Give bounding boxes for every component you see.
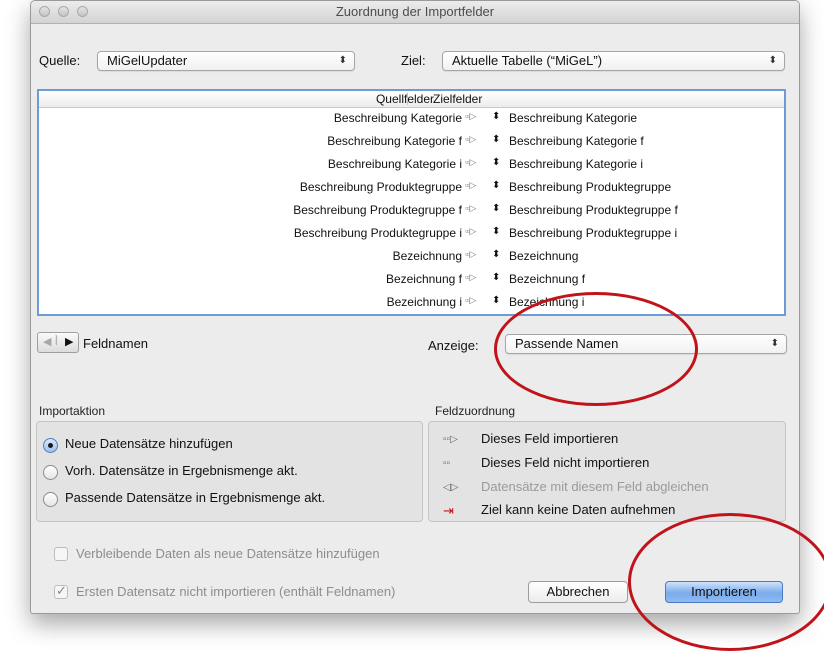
- legend-match-text: Datensätze mit diesem Feld abgleichen: [481, 479, 709, 494]
- reorder-handle-icon[interactable]: ⬍: [492, 180, 500, 191]
- source-field-name: Bezeichnung i: [386, 295, 462, 309]
- legend-import-text: Dieses Feld importieren: [481, 431, 619, 446]
- source-field-name: Beschreibung Produktegruppe: [299, 180, 462, 194]
- legend-target-blocked-text: Ziel kann keine Daten aufnehmen: [481, 502, 676, 517]
- source-field-name: Beschreibung Kategorie f: [327, 134, 462, 148]
- source-field-name: Beschreibung Produktegruppe f: [293, 203, 462, 217]
- radio-new-records-label[interactable]: Neue Datensätze hinzufügen: [65, 436, 233, 451]
- previous-record-icon[interactable]: ◀: [43, 335, 51, 348]
- source-field-name: Beschreibung Kategorie i: [327, 157, 462, 171]
- record-stepper[interactable]: ◀ ⦚ ▶: [37, 332, 79, 353]
- target-field-name: Beschreibung Produktegruppe i: [509, 226, 678, 240]
- reorder-handle-icon[interactable]: ⬍: [492, 226, 500, 237]
- legend-no-import-text: Dieses Feld nicht importieren: [481, 455, 650, 470]
- import-button[interactable]: Importieren: [665, 581, 783, 603]
- source-label: Quelle:: [39, 53, 81, 68]
- reorder-handle-icon[interactable]: ⬍: [492, 111, 500, 122]
- next-record-icon[interactable]: ▶: [65, 335, 73, 348]
- source-popup[interactable]: MiGelUpdater ⬍: [97, 51, 355, 71]
- import-arrow-icon[interactable]: ▫▫▷: [465, 295, 476, 306]
- table-row[interactable]: Beschreibung Kategorie ▫▫▷ ⬍ Beschreibung K…: [39, 108, 784, 131]
- import-action-group: Neue Datensätze hinzufügen Vorh. Datensä…: [36, 421, 423, 522]
- table-header: Quellfelder Zielfelder: [39, 91, 784, 108]
- column-header-source[interactable]: Quellfelder: [376, 92, 434, 106]
- target-label: Ziel:: [401, 53, 426, 68]
- reorder-handle-icon[interactable]: ⬍: [492, 249, 500, 260]
- field-mapping-legend: ▫▫▷ Dieses Feld importieren ▫▫ Dieses Fe…: [428, 421, 786, 522]
- import-arrow-icon[interactable]: ▫▫▷: [465, 111, 476, 122]
- target-blocked-icon: ⇥: [443, 503, 454, 518]
- table-row[interactable]: Bezeichnung ▫▫▷ ⬍ Bezeichnung: [39, 246, 784, 269]
- target-field-name: Beschreibung Produktegruppe: [509, 180, 672, 194]
- import-arrow-icon[interactable]: ▫▫▷: [465, 272, 476, 283]
- target-field-name: Bezeichnung: [509, 249, 579, 263]
- radio-update-matching[interactable]: [43, 492, 58, 507]
- import-arrow-icon[interactable]: ▫▫▷: [465, 180, 476, 191]
- target-field-name: Bezeichnung i: [509, 295, 585, 309]
- match-field-icon: ◁▷: [443, 482, 459, 493]
- popup-arrows-icon: ⬍: [768, 55, 777, 66]
- display-value: Passende Namen: [515, 336, 619, 351]
- source-field-name: Beschreibung Kategorie: [333, 111, 462, 125]
- table-row[interactable]: Beschreibung Produktegruppe f ▫▫▷ ⬍ Beschre…: [39, 200, 784, 223]
- table-row[interactable]: Beschreibung Kategorie f ▫▫▷ ⬍ Beschreibung…: [39, 131, 784, 154]
- import-arrow-icon[interactable]: ▫▫▷: [465, 249, 476, 260]
- source-field-name: Beschreibung Produktegruppe i: [293, 226, 462, 240]
- column-header-target[interactable]: Zielfelder: [433, 92, 482, 106]
- target-field-name: Beschreibung Produktegruppe f: [509, 203, 678, 217]
- window-title: Zuordnung der Importfelder: [335, 4, 495, 19]
- table-row[interactable]: Einheit▫▫▷⬍Einheit: [39, 315, 784, 316]
- import-arrow-icon[interactable]: ▫▫▷: [465, 134, 476, 145]
- target-field-name: Beschreibung Kategorie i: [509, 157, 644, 171]
- skip-first-record-label[interactable]: Ersten Datensatz nicht importieren (enth…: [76, 584, 395, 599]
- table-row[interactable]: Beschreibung Kategorie i ▫▫▷ ⬍ Beschreibung…: [39, 154, 784, 177]
- target-field-name: Beschreibung Kategorie: [509, 111, 638, 125]
- import-arrow-icon[interactable]: ▫▫▷: [465, 226, 476, 237]
- reorder-handle-icon[interactable]: ⬍: [492, 134, 500, 145]
- target-popup[interactable]: Aktuelle Tabelle (“MiGeL”) ⬍: [442, 51, 785, 71]
- target-field-name: Bezeichnung f: [509, 272, 586, 286]
- reorder-handle-icon[interactable]: ⬍: [492, 272, 500, 283]
- reorder-handle-icon[interactable]: ⬍: [492, 203, 500, 214]
- column-divider: [407, 93, 408, 105]
- import-arrow-icon[interactable]: ▫▫▷: [465, 157, 476, 168]
- title-bar: Zuordnung der Importfelder: [31, 1, 799, 24]
- table-row[interactable]: Beschreibung Produktegruppe ▫▫▷ ⬍ Beschreib…: [39, 177, 784, 200]
- import-field-mapping-dialog: Zuordnung der Importfelder Quelle: MiGel…: [30, 0, 800, 614]
- import-arrow-icon[interactable]: ▫▫▷: [465, 203, 476, 214]
- remaining-data-label[interactable]: Verbleibende Daten als neue Datensätze h…: [76, 546, 380, 561]
- stepper-thumb-icon: ⦚: [55, 333, 58, 348]
- field-mapping-table[interactable]: Quellfelder Zielfelder Beschreibung Kate…: [37, 89, 786, 316]
- radio-new-records[interactable]: [43, 438, 58, 453]
- target-field-name: Beschreibung Kategorie f: [509, 134, 644, 148]
- reorder-handle-icon[interactable]: ⬍: [492, 295, 500, 306]
- popup-arrows-icon: ⬍: [770, 338, 779, 349]
- popup-arrows-icon: ⬍: [338, 55, 347, 66]
- table-row[interactable]: Beschreibung Produktegruppe i ▫▫▷ ⬍ Beschre…: [39, 223, 784, 246]
- skip-first-record-checkbox[interactable]: ✓: [54, 583, 68, 599]
- cancel-button[interactable]: Abbrechen: [528, 581, 628, 603]
- radio-update-existing-label[interactable]: Vorh. Datensätze in Ergebnismenge akt.: [65, 463, 298, 478]
- source-field-name: Bezeichnung f: [385, 272, 462, 286]
- import-action-title: Importaktion: [39, 404, 106, 418]
- source-value: MiGelUpdater: [107, 53, 188, 68]
- remaining-data-checkbox[interactable]: [54, 547, 68, 561]
- table-row[interactable]: Bezeichnung i ▫▫▷ ⬍ Bezeichnung i: [39, 292, 784, 314]
- target-value: Aktuelle Tabelle (“MiGeL”): [452, 53, 603, 68]
- checkmark-icon: ✓: [56, 583, 67, 598]
- radio-update-existing[interactable]: [43, 465, 58, 480]
- display-popup[interactable]: Passende Namen ⬍: [505, 334, 787, 354]
- no-import-icon: ▫▫: [443, 458, 451, 469]
- display-label: Anzeige:: [428, 338, 479, 353]
- field-mapping-title: Feldzuordnung: [435, 404, 516, 418]
- reorder-handle-icon[interactable]: ⬍: [492, 157, 500, 168]
- radio-update-matching-label[interactable]: Passende Datensätze in Ergebnismenge akt…: [65, 490, 325, 505]
- record-label: Feldnamen: [83, 336, 149, 351]
- source-field-name: Bezeichnung: [392, 249, 462, 263]
- import-arrow-icon: ▫▫▷: [443, 434, 458, 445]
- table-row[interactable]: Bezeichnung f ▫▫▷ ⬍ Bezeichnung f: [39, 269, 784, 292]
